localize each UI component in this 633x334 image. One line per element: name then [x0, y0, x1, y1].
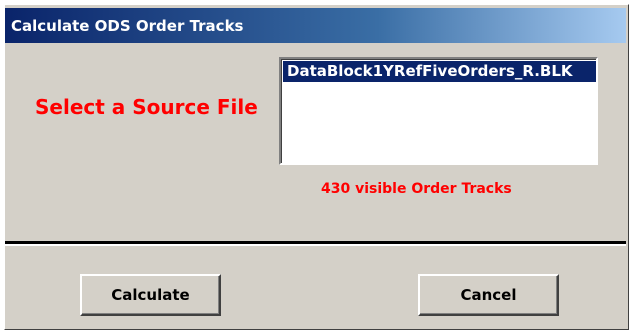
title-bar: Calculate ODS Order Tracks: [5, 8, 626, 43]
source-file-listbox[interactable]: DataBlock1YRefFiveOrders_R.BLK: [279, 57, 598, 165]
calculate-button[interactable]: Calculate: [80, 274, 221, 316]
cancel-button[interactable]: Cancel: [418, 274, 559, 316]
separator-line: [5, 241, 626, 244]
cancel-button-label: Cancel: [460, 286, 517, 304]
visible-tracks-status: 430 visible Order Tracks: [321, 181, 512, 197]
select-source-label: Select a Source File: [35, 95, 258, 119]
window-title: Calculate ODS Order Tracks: [11, 16, 244, 35]
calculate-button-label: Calculate: [111, 286, 190, 304]
source-file-item[interactable]: DataBlock1YRefFiveOrders_R.BLK: [283, 61, 596, 82]
